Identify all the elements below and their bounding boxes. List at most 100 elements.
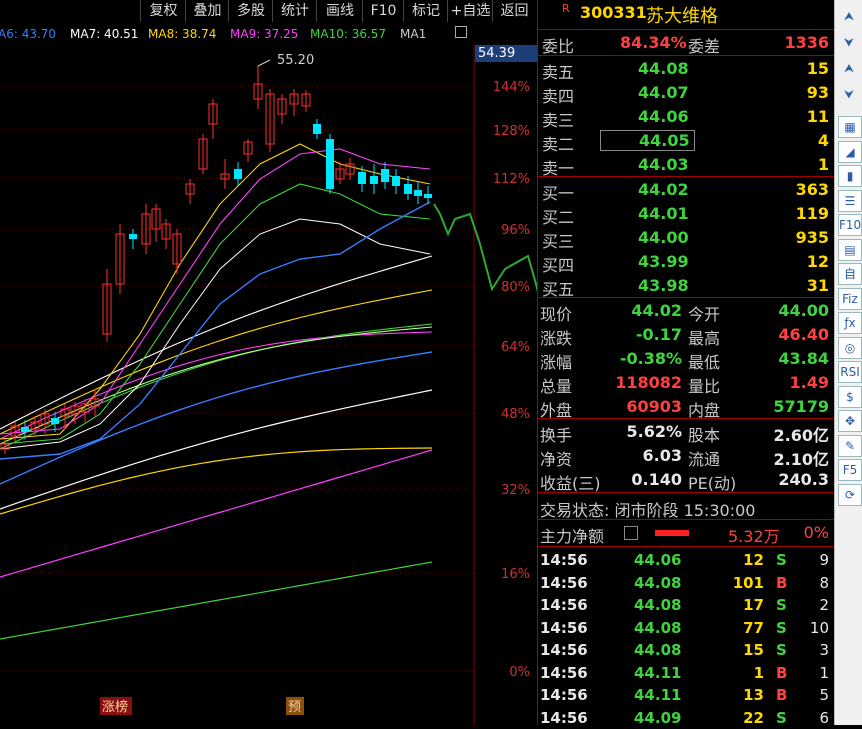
book-label: 买三: [542, 228, 574, 252]
up-arrow-icon[interactable]: ⮝: [838, 58, 860, 78]
quote-row: 总量118082量比1.49: [538, 371, 834, 395]
ma-line: [0, 144, 430, 439]
toolbar-button-2[interactable]: 多股: [228, 0, 273, 22]
marker-zhangbang: 涨榜: [102, 699, 128, 715]
circle-icon[interactable]: ◎: [838, 337, 862, 359]
book-price: 44.05: [600, 130, 695, 151]
tick-row[interactable]: 14:5644.0612S9: [538, 549, 834, 572]
ask-row[interactable]: 卖五44.0815: [538, 57, 834, 81]
book-price: 44.02: [638, 180, 689, 199]
rsi-icon[interactable]: RSI: [838, 361, 862, 383]
tick-row[interactable]: 14:5644.111B1: [538, 662, 834, 685]
money-icon[interactable]: $: [838, 386, 862, 408]
tick-row[interactable]: 14:5644.1113B5: [538, 684, 834, 707]
tick-row[interactable]: 14:5644.08101B8: [538, 572, 834, 595]
bid-row[interactable]: 买一44.02363: [538, 178, 834, 202]
ma-legend-item: MA10: 36.57: [310, 27, 386, 41]
current-price-label: 54.39: [475, 45, 538, 62]
ma-settings-icon[interactable]: [455, 26, 467, 38]
toolbar-button-6[interactable]: 标记: [403, 0, 448, 22]
f5-icon[interactable]: F5: [838, 459, 862, 481]
tick-row[interactable]: 14:5644.0877S10: [538, 617, 834, 640]
toolbar-button-4[interactable]: 画线: [316, 0, 363, 22]
candle-body: [51, 418, 59, 424]
ma-line: [0, 562, 432, 639]
book-label: 卖二: [542, 131, 574, 155]
tick-row[interactable]: 14:5644.0817S2: [538, 594, 834, 617]
candle-body: [129, 234, 137, 239]
toolbar-button-0[interactable]: 复权: [140, 0, 186, 22]
book-label: 卖三: [542, 107, 574, 131]
pct-tick-label: 32%: [501, 483, 530, 498]
formula-icon[interactable]: ƒx: [838, 312, 862, 334]
bid-row[interactable]: 买四43.9912: [538, 250, 834, 274]
pct-tick-label: 64%: [501, 340, 530, 355]
book-price: 44.00: [638, 228, 689, 247]
toolbar-button-1[interactable]: 叠加: [185, 0, 229, 22]
tick-row[interactable]: 14:5644.0815S3: [538, 639, 834, 662]
rzrq-flag: R: [562, 2, 570, 15]
ma-legend-item: MA8: 38.74: [148, 27, 216, 41]
marker-yu: 预: [288, 700, 301, 715]
doc-icon[interactable]: ▤: [838, 239, 862, 261]
toolbar-button-3[interactable]: 统计: [272, 0, 317, 22]
toolbar-button-8[interactable]: 返回: [492, 0, 536, 22]
book-volume: 11: [807, 107, 829, 126]
bid-row[interactable]: 买五43.9831: [538, 274, 834, 298]
ma-legend-item: MA1: [400, 27, 426, 41]
refresh-icon[interactable]: ⟳: [838, 484, 862, 506]
book-volume: 15: [807, 59, 829, 78]
self-icon[interactable]: 自: [838, 263, 862, 285]
move-icon[interactable]: ✥: [838, 410, 862, 432]
bid-row[interactable]: 买三44.00935: [538, 226, 834, 250]
ask-row[interactable]: 卖四44.0793: [538, 81, 834, 105]
list-icon[interactable]: ☰: [838, 190, 862, 212]
order-ratio-row: 委比 84.34% 委差 1336: [538, 31, 834, 55]
fund-row: 净资6.03流通2.10亿: [538, 444, 834, 468]
toolbar-button-5[interactable]: F10: [362, 0, 404, 22]
capital-info-icon[interactable]: [624, 526, 638, 540]
quote-row: 现价44.02今开44.00: [538, 299, 834, 323]
pct-tick-label: 80%: [501, 280, 530, 295]
down-arrow-icon[interactable]: ⮟: [838, 84, 860, 104]
table-icon[interactable]: ▦: [838, 116, 862, 138]
candle-body: [381, 169, 389, 182]
peak-pointer: [258, 60, 270, 66]
candle-body: [313, 124, 321, 134]
quote-row: 外盘60903内盘57179: [538, 395, 834, 419]
candle-body: [21, 427, 29, 432]
book-label: 卖四: [542, 83, 574, 107]
candle-body: [424, 194, 432, 198]
ma-legend: A6: 43.70MA7: 40.51MA8: 38.74MA9: 37.25M…: [0, 24, 475, 44]
ask-row[interactable]: 卖三44.0611: [538, 105, 834, 129]
quote-panel: R 300331 苏大维格 委比 84.34% 委差 1336 卖五44.081…: [537, 0, 834, 725]
book-volume: 1: [818, 155, 829, 174]
book-volume: 31: [807, 276, 829, 295]
fund-row: 换手5.62%股本2.60亿: [538, 420, 834, 444]
down-arrow-icon[interactable]: ⮟: [838, 32, 860, 52]
pct-tick-label: 112%: [493, 172, 530, 187]
fiz-icon[interactable]: Fiz: [838, 288, 862, 310]
pen-icon[interactable]: ✎: [838, 435, 862, 457]
candle-icon[interactable]: ▮: [838, 165, 862, 187]
toolbar-button-7[interactable]: +自选: [447, 0, 493, 22]
ma-legend-item: MA7: 40.51: [70, 27, 138, 41]
stock-header: R 300331 苏大维格: [538, 1, 834, 25]
up-arrow-icon[interactable]: ⮝: [838, 6, 860, 26]
book-volume: 12: [807, 252, 829, 271]
book-volume: 4: [818, 131, 829, 150]
tick-row[interactable]: 14:5644.0922S6: [538, 707, 834, 729]
f10-icon[interactable]: F10: [838, 214, 862, 236]
main-capital-row: 主力净额 5.32万 0%: [538, 521, 834, 545]
book-volume: 363: [796, 180, 829, 199]
candlestick-chart[interactable]: 144%128%112%96%80%64%48%32%16%0%55.20涨榜预: [0, 44, 537, 725]
chart-toolbar: 复权叠加多股统计画线F10标记+自选返回: [0, 0, 535, 22]
book-volume: 119: [796, 204, 829, 223]
chart-icon[interactable]: ◢: [838, 141, 862, 163]
ask-row[interactable]: 卖二 44.05 4: [538, 129, 834, 153]
capital-bar: [655, 530, 689, 536]
quote-row: 涨跌-0.17最高46.40: [538, 323, 834, 347]
bid-row[interactable]: 买二44.01119: [538, 202, 834, 226]
ask-row[interactable]: 卖一44.031: [538, 153, 834, 177]
side-toolbar: ⮝ ⮟ ⮝ ⮟ ▦ ◢▮ ☰F10 ▤自 Fizƒx ◎RSI $✥ ✎F5 ⟳: [834, 0, 862, 725]
